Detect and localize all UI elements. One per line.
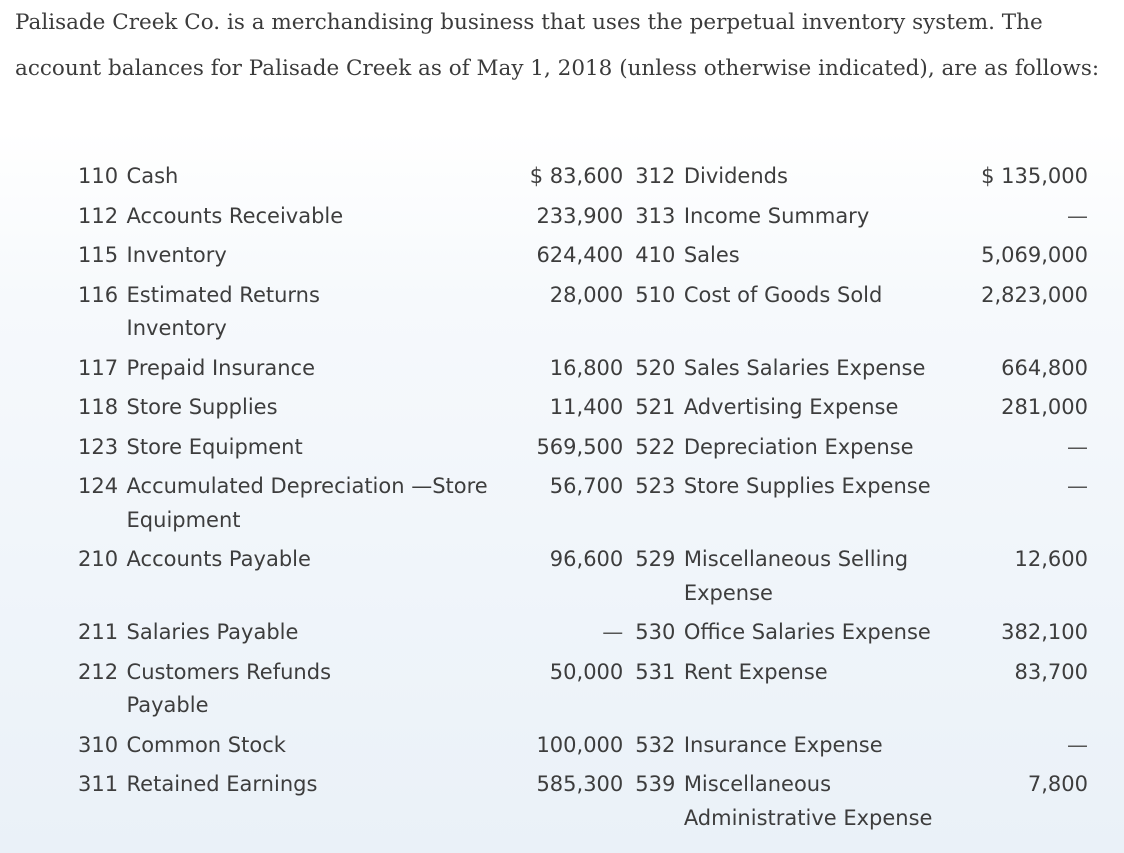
table-row: 311 Retained Earnings 585,300 539 Miscel… bbox=[78, 765, 1088, 838]
account-balance: 281,000 bbox=[1001, 395, 1088, 419]
table-row: 116 Estimated Returns Inventory 28,000 5… bbox=[78, 276, 1088, 349]
account-number: 123 bbox=[78, 434, 119, 459]
account-balance: — bbox=[1067, 474, 1088, 498]
account-name: Salaries Payable bbox=[126, 620, 299, 644]
account-balance: 16,800 bbox=[549, 355, 624, 380]
account-name: Income Summary bbox=[683, 203, 870, 228]
account-balance: — bbox=[1067, 434, 1088, 459]
account-name: Store Supplies bbox=[126, 395, 278, 419]
account-number: 117 bbox=[78, 355, 119, 380]
account-balance: 83,700 bbox=[1014, 659, 1088, 684]
intro-paragraph: Palisade Creek Co. is a merchandising bu… bbox=[15, 10, 1100, 81]
account-balance: 12,600 bbox=[1014, 547, 1088, 571]
account-name: Estimated Returns Inventory bbox=[126, 282, 320, 341]
account-number: 510 bbox=[635, 282, 676, 307]
account-name: Office Salaries Expense bbox=[683, 620, 931, 644]
account-number: 212 bbox=[78, 659, 119, 684]
account-balance: 585,300 bbox=[536, 772, 624, 796]
account-number: 522 bbox=[635, 434, 676, 459]
account-number: 311 bbox=[78, 772, 119, 796]
account-name: Miscellaneous Selling Expense bbox=[683, 547, 909, 605]
account-number: 530 bbox=[635, 620, 676, 644]
table-row: 110 Cash $ 83,600 312 Dividends $ 135,00… bbox=[78, 157, 1088, 197]
account-balance: 56,700 bbox=[549, 474, 624, 498]
account-name: Rent Expense bbox=[683, 659, 828, 684]
account-name: Inventory bbox=[126, 243, 227, 267]
account-balance: 28,000 bbox=[549, 282, 624, 307]
account-name: Store Supplies Expense bbox=[683, 474, 931, 498]
account-name: Cash bbox=[126, 164, 179, 188]
account-number: 410 bbox=[635, 243, 676, 267]
account-number: 211 bbox=[78, 620, 119, 644]
account-name: Accounts Payable bbox=[126, 547, 311, 571]
account-name: Miscellaneous Administrative Expense bbox=[683, 772, 933, 830]
account-number: 532 bbox=[635, 732, 676, 757]
account-number: 116 bbox=[78, 282, 119, 307]
account-name: Prepaid Insurance bbox=[126, 355, 315, 380]
account-name: Depreciation Expense bbox=[683, 434, 914, 459]
account-balance: 569,500 bbox=[536, 434, 624, 459]
account-number: 310 bbox=[78, 732, 119, 757]
account-balance: 5,069,000 bbox=[981, 243, 1088, 267]
page: Palisade Creek Co. is a merchandising bu… bbox=[0, 0, 1124, 853]
account-balance: 2,823,000 bbox=[981, 282, 1088, 307]
account-balance: — bbox=[602, 620, 624, 644]
account-balances-table: 110 Cash $ 83,600 312 Dividends $ 135,00… bbox=[78, 157, 1088, 838]
account-name: Accounts Receivable bbox=[126, 203, 344, 228]
account-balance: — bbox=[1067, 203, 1088, 228]
account-balance: 382,100 bbox=[1001, 620, 1088, 644]
account-name: Advertising Expense bbox=[683, 395, 899, 419]
account-name: Store Equipment bbox=[126, 434, 303, 459]
account-balance: 664,800 bbox=[1001, 355, 1088, 380]
table-row: 115 Inventory 624,400 410 Sales 5,069,00… bbox=[78, 236, 1088, 276]
account-number: 115 bbox=[78, 243, 119, 267]
account-number: 523 bbox=[635, 474, 676, 498]
account-balance: 100,000 bbox=[536, 732, 624, 757]
account-number: 529 bbox=[635, 547, 676, 571]
account-name: Sales bbox=[683, 243, 740, 267]
table-row: 112 Accounts Receivable 233,900 313 Inco… bbox=[78, 197, 1088, 237]
account-number: 118 bbox=[78, 395, 119, 419]
account-balance: $ 83,600 bbox=[529, 164, 624, 188]
account-balance: 624,400 bbox=[536, 243, 624, 267]
table-row: 310 Common Stock 100,000 532 Insurance E… bbox=[78, 726, 1088, 766]
account-number: 124 bbox=[78, 474, 119, 498]
account-name: Dividends bbox=[683, 164, 788, 188]
account-name: Sales Salaries Expense bbox=[683, 355, 926, 380]
table-row: 124 Accumulated Depreciation —Store Equi… bbox=[78, 467, 1088, 540]
table-row: 212 Customers Refunds Payable 50,000 531… bbox=[78, 653, 1088, 726]
table-row: 118 Store Supplies 11,400 521 Advertisin… bbox=[78, 388, 1088, 428]
account-name: Customers Refunds Payable bbox=[126, 659, 332, 718]
account-name: Common Stock bbox=[126, 732, 286, 757]
account-balance: 7,800 bbox=[1027, 772, 1088, 796]
table-row: 210 Accounts Payable 96,600 529 Miscella… bbox=[78, 540, 1088, 613]
account-balance: 11,400 bbox=[549, 395, 624, 419]
account-number: 531 bbox=[635, 659, 676, 684]
account-name: Insurance Expense bbox=[683, 732, 883, 757]
account-number: 312 bbox=[635, 164, 676, 188]
account-number: 521 bbox=[635, 395, 676, 419]
account-number: 112 bbox=[78, 203, 119, 228]
account-balance: 96,600 bbox=[549, 547, 624, 571]
account-balance: — bbox=[1067, 732, 1088, 757]
account-number: 210 bbox=[78, 547, 119, 571]
table-row: 123 Store Equipment 569,500 522 Deprecia… bbox=[78, 428, 1088, 468]
account-number: 313 bbox=[635, 203, 676, 228]
account-balance: 233,900 bbox=[536, 203, 624, 228]
account-name: Accumulated Depreciation —Store Equipmen… bbox=[126, 474, 488, 532]
account-balance: $ 135,000 bbox=[981, 164, 1088, 188]
table-row: 117 Prepaid Insurance 16,800 520 Sales S… bbox=[78, 349, 1088, 389]
account-name: Cost of Goods Sold bbox=[683, 282, 883, 307]
account-number: 539 bbox=[635, 772, 676, 796]
table-row: 211 Salaries Payable — 530 Office Salari… bbox=[78, 613, 1088, 653]
account-name: Retained Earnings bbox=[126, 772, 318, 796]
account-number: 110 bbox=[78, 164, 119, 188]
account-balance: 50,000 bbox=[549, 659, 624, 684]
account-number: 520 bbox=[635, 355, 676, 380]
